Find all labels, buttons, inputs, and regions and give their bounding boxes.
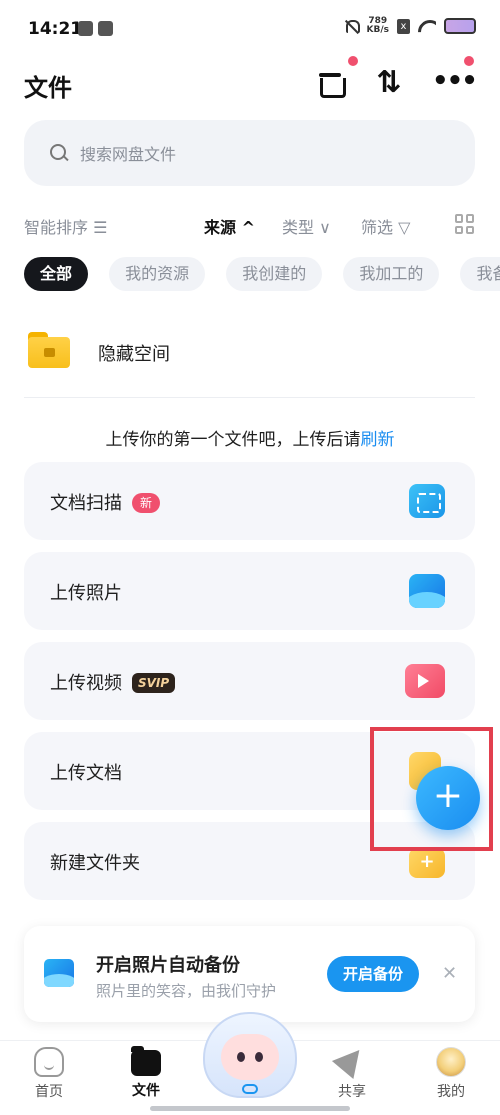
search-icon — [50, 144, 68, 162]
upload-photo-label: 上传照片 — [50, 583, 122, 604]
upload-hint-text: 上传你的第一个文件吧，上传后请 — [105, 430, 361, 450]
hidden-space-label: 隐藏空间 — [98, 344, 170, 365]
new-folder-label: 新建文件夹 — [50, 853, 140, 874]
battery-icon — [444, 18, 476, 34]
wifi-icon — [418, 20, 436, 33]
nav-label: 首页 — [35, 1084, 63, 1100]
mascot-assistant-button[interactable] — [199, 1012, 301, 1102]
card-label: 上传视频 SVIP — [50, 669, 176, 695]
enable-backup-button[interactable]: 开启备份 — [327, 956, 419, 992]
photo-icon — [409, 574, 445, 608]
grid-view-icon[interactable] — [455, 214, 475, 234]
search-placeholder: 搜索网盘文件 — [80, 145, 177, 164]
upload-video-card[interactable]: 上传视频 SVIP — [24, 642, 475, 720]
nav-label: 共享 — [338, 1084, 366, 1100]
nav-label: 文件 — [132, 1083, 160, 1099]
gallery-notification-icon — [78, 21, 93, 36]
network-speed-unit: KB/s — [366, 25, 389, 35]
scan-icon — [409, 484, 445, 518]
mute-bell-icon — [344, 19, 360, 34]
add-button[interactable]: + — [416, 766, 480, 830]
nav-item-share[interactable]: 共享 — [322, 1041, 382, 1101]
card-label: 文档扫描新 — [50, 489, 161, 515]
notification-dot — [464, 56, 474, 66]
nav-item-files[interactable]: 文件 — [116, 1046, 176, 1100]
hidden-space-item[interactable]: 隐藏空间 — [24, 325, 475, 385]
close-icon[interactable]: ✕ — [442, 963, 457, 984]
avatar — [436, 1047, 466, 1077]
no-sim-icon: x — [397, 18, 410, 34]
upload-hint: 上传你的第一个文件吧，上传后请刷新 — [0, 425, 500, 450]
scan-document-label: 文档扫描 — [50, 493, 122, 514]
folder-icon — [131, 1046, 161, 1076]
nav-item-me[interactable]: 我的 — [421, 1047, 481, 1101]
chip-my-created[interactable]: 我创建的 — [226, 257, 323, 291]
more-menu-icon[interactable]: ••• — [432, 68, 478, 98]
backup-subtitle: 照片里的笑容，由我们守护 — [96, 982, 277, 1000]
svip-badge: SVIP — [132, 673, 176, 693]
upload-download-icon[interactable]: ⇅ — [374, 68, 404, 98]
mail-notification-icon — [98, 21, 113, 36]
share-icon-wrap — [331, 1041, 371, 1079]
chip-my-resources[interactable]: 我的资源 — [109, 257, 206, 291]
chip-my-processed[interactable]: 我加工的 — [343, 257, 440, 291]
refresh-link[interactable]: 刷新 — [361, 430, 395, 450]
type-filter-button[interactable]: 类型 ∨ — [282, 214, 331, 238]
notification-dot — [348, 56, 358, 66]
sort-filter-bar: 智能排序 ☰ 来源 ^ 类型 ∨ 筛选 ▽ — [24, 210, 479, 240]
status-time: 14:21 — [28, 19, 83, 39]
photo-backup-banner: 开启照片自动备份 照片里的笑容，由我们守护 开启备份 ✕ — [24, 926, 475, 1022]
smart-sort-button[interactable]: 智能排序 ☰ — [24, 214, 107, 238]
filter-button[interactable]: 筛选 ▽ — [361, 214, 410, 238]
backup-title: 开启照片自动备份 — [96, 955, 240, 976]
chip-all[interactable]: 全部 — [24, 257, 89, 291]
network-speed: 789 KB/s — [367, 17, 389, 35]
locked-folder-icon — [28, 332, 70, 368]
scan-document-card[interactable]: 文档扫描新 — [24, 462, 475, 540]
home-indicator — [150, 1106, 350, 1111]
category-chips: 全部 我的资源 我创建的 我加工的 我备份 — [24, 257, 500, 291]
status-icons: 789 KB/s x — [344, 17, 476, 35]
page-title: 文件 — [24, 74, 72, 102]
source-filter-button[interactable]: 来源 ^ — [204, 214, 255, 238]
status-bar: 14:21 789 KB/s x — [0, 0, 500, 58]
upload-photo-card[interactable]: 上传照片 — [24, 552, 475, 630]
video-icon — [405, 664, 445, 698]
nav-item-home[interactable]: 首页 — [19, 1047, 79, 1101]
upload-video-label: 上传视频 — [50, 673, 122, 694]
divider — [24, 397, 475, 398]
nav-label: 我的 — [437, 1084, 465, 1100]
new-badge: 新 — [132, 493, 161, 513]
upload-document-label: 上传文档 — [50, 763, 122, 784]
chip-my-backup[interactable]: 我备份 — [460, 257, 500, 291]
transfer-list-icon[interactable] — [316, 68, 346, 98]
photo-backup-icon — [44, 959, 74, 987]
home-icon — [34, 1047, 64, 1077]
new-folder-icon — [409, 848, 445, 878]
share-icon — [331, 1041, 371, 1079]
search-input[interactable]: 搜索网盘文件 — [24, 120, 475, 186]
